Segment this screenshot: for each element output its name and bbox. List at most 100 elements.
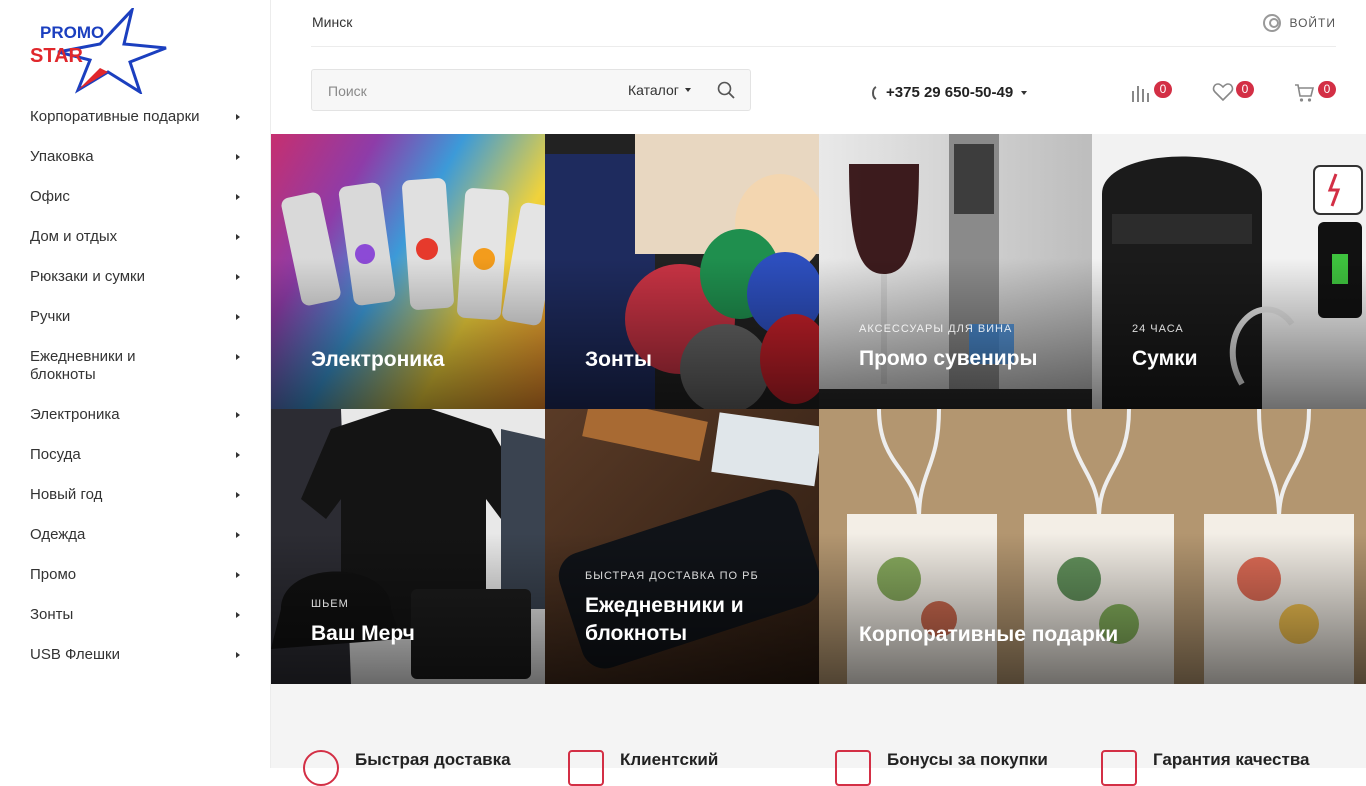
feature-fast-delivery: Быстрая доставка — [303, 750, 511, 786]
city-selector[interactable]: Минск — [312, 14, 352, 30]
login-button[interactable]: ВОЙТИ — [1263, 14, 1336, 32]
feature-title: Быстрая доставка — [355, 750, 511, 769]
sidebar: PROMO STAR Корпоративные подарки Упаковк… — [0, 0, 271, 768]
tile-title: Корпоративные подарки — [859, 623, 1119, 646]
client-icon — [568, 750, 604, 786]
chevron-right-icon — [236, 612, 240, 618]
tile-overlay — [545, 257, 819, 409]
chevron-right-icon — [236, 652, 240, 658]
search-icon[interactable] — [717, 81, 735, 99]
tile-caption: Зонты — [585, 346, 652, 374]
sidebar-item-label: USB Флешки — [30, 646, 120, 663]
sidebar-item-tableware[interactable]: Посуда — [0, 436, 270, 476]
favorites-button[interactable]: 0 — [1212, 80, 1254, 104]
favorites-count-badge: 0 — [1236, 81, 1254, 98]
cart-icon — [1295, 84, 1315, 102]
tile-caption: ШЬЕМ Ваш Мерч — [311, 598, 415, 648]
tile-diaries-notebooks[interactable]: БЫСТРАЯ ДОСТАВКА ПО РБ Ежедневники и бло… — [545, 409, 819, 684]
tile-title: Зонты — [585, 348, 652, 371]
feature-title: Бонусы за покупки — [887, 750, 1048, 769]
phone-number: +375 29 650-50-49 — [886, 84, 1014, 101]
certificate-icon — [1101, 750, 1137, 786]
chevron-down-icon — [1021, 90, 1028, 95]
chevron-right-icon — [236, 234, 240, 240]
tile-subtitle: АКСЕССУАРЫ ДЛЯ ВИНА — [859, 323, 1013, 335]
chevron-right-icon — [236, 492, 240, 498]
sidebar-item-diaries-notebooks[interactable]: Ежедневники и блокноты — [0, 338, 270, 396]
star-logo-icon: PROMO STAR — [30, 4, 167, 96]
sidebar-item-promo[interactable]: Промо — [0, 556, 270, 596]
sidebar-item-pens[interactable]: Ручки — [0, 298, 270, 338]
tile-umbrellas[interactable]: Зонты — [545, 134, 819, 409]
sidebar-item-label: Упаковка — [30, 148, 94, 165]
cart-button[interactable]: 0 — [1294, 80, 1336, 104]
logo-text-star: STAR — [30, 45, 84, 67]
sidebar-item-home-leisure[interactable]: Дом и отдых — [0, 218, 270, 258]
feature-bonuses: Бонусы за покупки — [835, 750, 1048, 786]
tile-subtitle: 24 ЧАСА — [1132, 323, 1184, 335]
cart-count-badge: 0 — [1318, 81, 1336, 98]
feature-title: Гарантия качества — [1153, 750, 1310, 769]
promo-star-logo[interactable]: PROMO STAR — [28, 4, 170, 96]
catalog-dropdown[interactable]: Каталог — [628, 82, 691, 98]
compare-icon — [1132, 86, 1149, 102]
chevron-right-icon — [236, 274, 240, 280]
sidebar-item-label: Зонты — [30, 606, 74, 623]
sidebar-item-label: Рюкзаки и сумки — [30, 268, 145, 285]
tile-title: Промо сувениры — [859, 347, 1038, 370]
category-menu: Корпоративные подарки Упаковка Офис Дом … — [0, 98, 270, 676]
sidebar-item-backpacks-bags[interactable]: Рюкзаки и сумки — [0, 258, 270, 298]
phone-dropdown[interactable]: +375 29 650-50-49 — [870, 84, 1028, 101]
sidebar-item-corporate-gifts[interactable]: Корпоративные подарки — [0, 98, 270, 138]
tile-caption: АКСЕССУАРЫ ДЛЯ ВИНА Промо сувениры — [859, 323, 1037, 373]
search-bar: Каталог — [311, 69, 751, 111]
sidebar-item-umbrellas[interactable]: Зонты — [0, 596, 270, 636]
sidebar-item-label: Дом и отдых — [30, 228, 118, 245]
tile-title: Ежедневники и блокноты — [585, 594, 744, 645]
tile-promo-souvenirs[interactable]: АКСЕССУАРЫ ДЛЯ ВИНА Промо сувениры — [819, 134, 1092, 409]
sidebar-item-label: Офис — [30, 188, 70, 205]
sidebar-item-new-year[interactable]: Новый год — [0, 476, 270, 516]
header-top-bar: Минск ВОЙТИ — [311, 0, 1336, 47]
compare-count-badge: 0 — [1154, 81, 1172, 98]
tile-title: Электроника — [311, 348, 445, 371]
logo-text-promo: PROMO — [40, 23, 104, 42]
tile-title: Ваш Мерч — [311, 622, 415, 645]
sidebar-item-electronics[interactable]: Электроника — [0, 396, 270, 436]
sidebar-item-label: Корпоративные подарки — [30, 108, 200, 125]
delivery-icon — [303, 750, 339, 786]
search-input[interactable] — [328, 81, 608, 101]
chevron-right-icon — [236, 452, 240, 458]
tile-corporate-gifts[interactable]: Корпоративные подарки — [819, 409, 1366, 684]
sidebar-item-label: Посуда — [30, 446, 81, 463]
sidebar-item-clothing[interactable]: Одежда — [0, 516, 270, 556]
compare-button[interactable]: 0 — [1130, 80, 1172, 104]
sidebar-item-label: Новый год — [30, 486, 103, 503]
chevron-down-icon — [684, 88, 691, 92]
chevron-right-icon — [236, 412, 240, 418]
tile-caption: Электроника — [311, 346, 444, 374]
sidebar-item-label: Электроника — [30, 406, 120, 423]
features-band: Быстрая доставка Клиентский Бонусы за по… — [271, 684, 1366, 786]
sidebar-item-usb-flash[interactable]: USB Флешки — [0, 636, 270, 676]
user-icon — [1263, 14, 1282, 32]
feature-title: Клиентский — [620, 750, 719, 769]
tile-overlay — [271, 257, 545, 409]
chevron-right-icon — [236, 572, 240, 578]
tile-subtitle: ШЬЕМ — [311, 598, 349, 610]
tile-merch[interactable]: ШЬЕМ Ваш Мерч — [271, 409, 545, 684]
sidebar-item-packaging[interactable]: Упаковка — [0, 138, 270, 178]
tile-electronics[interactable]: Электроника — [271, 134, 545, 409]
chevron-right-icon — [236, 532, 240, 538]
sidebar-item-label: Промо — [30, 566, 77, 583]
sidebar-item-label: Ежедневники и блокноты — [30, 348, 136, 383]
tile-caption: Корпоративные подарки — [859, 621, 1118, 649]
heart-icon — [1212, 83, 1234, 102]
tile-bags[interactable]: 24 ЧАСА Сумки — [1092, 134, 1366, 409]
sidebar-item-office[interactable]: Офис — [0, 178, 270, 218]
chevron-right-icon — [236, 114, 240, 120]
tile-caption: БЫСТРАЯ ДОСТАВКА ПО РБ Ежедневники и бло… — [585, 570, 785, 648]
sidebar-item-label: Одежда — [30, 526, 86, 543]
tile-overlay — [819, 532, 1366, 684]
chevron-right-icon — [236, 354, 240, 360]
